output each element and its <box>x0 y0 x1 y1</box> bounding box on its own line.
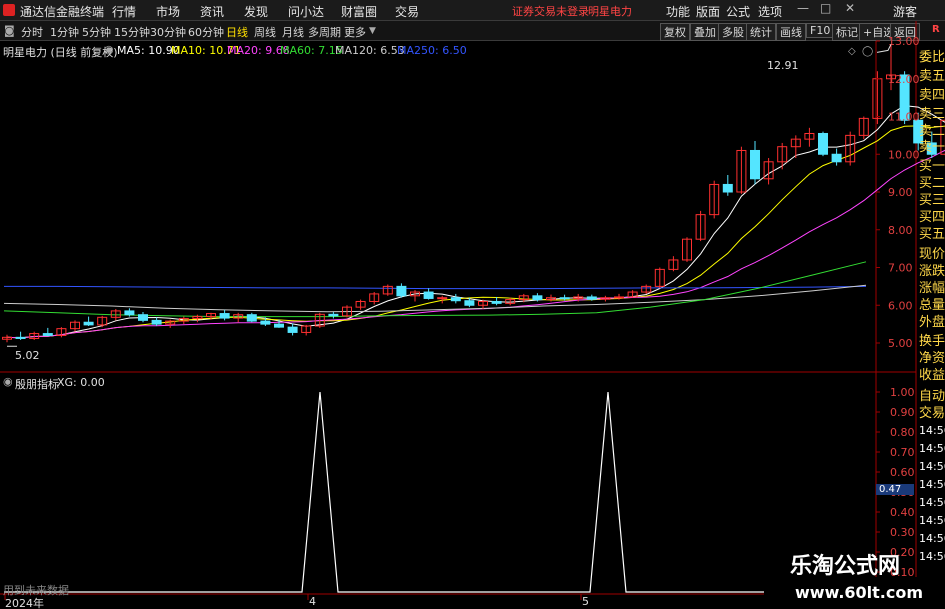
side-time-6: 14:56 <box>919 514 945 527</box>
price-tick-label: 12.00 <box>888 73 920 86</box>
side-time-7: 14:56 <box>919 532 945 545</box>
candle-body <box>246 314 257 322</box>
candle-body <box>722 183 733 193</box>
candle-body <box>287 326 298 333</box>
indicator-caption: 殷朋指标 <box>15 378 59 391</box>
side-label-sell5: 卖五 <box>919 69 945 84</box>
candle-body <box>532 295 543 301</box>
chart-canvas[interactable]: 13.00 12.00 11.00 10.00 9.00 8.00 7.00 6.00 5.00… <box>0 0 945 609</box>
side-label-sell4: 卖四 <box>919 88 945 103</box>
chart-caption: 明星电力 (日线 前复权) <box>3 46 118 59</box>
candle-body <box>328 313 339 317</box>
ma60-label: MA60: 7.15 <box>280 44 343 57</box>
candle-body <box>437 297 448 300</box>
ma250-line <box>4 285 867 290</box>
side-label-sell1: 卖一 <box>919 140 945 155</box>
side-time-4: 14:56 <box>919 478 945 491</box>
side-label-trade[interactable]: 交易 <box>919 402 945 421</box>
price-tick-label: 5.00 <box>888 337 913 350</box>
candle-body <box>491 300 502 304</box>
indicator-tick-label: 0.30 <box>890 526 915 539</box>
indicator-tick-label: 0.60 <box>890 466 915 479</box>
side-label-buy5: 买五 <box>919 227 945 242</box>
price-tick-label: 13.00 <box>888 35 920 48</box>
cursor-value-box: 0.47 <box>876 484 914 495</box>
indicator-tick-label: 0.90 <box>890 406 915 419</box>
candle-body <box>750 149 760 180</box>
ma60-line <box>3 261 867 318</box>
candle-body <box>818 132 828 155</box>
side-label-outer: 外盘 <box>919 315 945 330</box>
indicator-settings-icon[interactable]: ◉ <box>3 375 13 388</box>
candle-body <box>151 319 162 325</box>
price-tick-label: 7.00 <box>888 262 913 275</box>
time-label-year: 2024年 <box>5 597 44 609</box>
candle-body <box>219 313 230 319</box>
side-time-5: 14:56 <box>919 496 945 509</box>
candle-body <box>124 310 135 316</box>
watermark-url: www.60lt.com <box>795 583 924 602</box>
time-label-may: 5 <box>582 595 589 608</box>
candle-body <box>42 333 53 336</box>
side-label-earnings: 收益 <box>919 368 945 383</box>
candle-body <box>586 296 597 300</box>
price-tick-label: 8.00 <box>888 224 913 237</box>
circle-icon: ◯ <box>862 46 873 57</box>
price-tick-label: 10.00 <box>888 148 920 161</box>
low-label: 5.02 <box>15 349 40 362</box>
settings-dot-icon[interactable]: ◉ <box>104 43 114 56</box>
candle-body <box>423 291 434 299</box>
price-tick-label: 6.00 <box>888 299 913 312</box>
side-time-2: 14:56 <box>919 442 945 455</box>
candle-body <box>559 297 570 300</box>
price-tick-label: 11.00 <box>888 111 920 124</box>
side-time-3: 14:56 <box>919 460 945 473</box>
candle-body <box>450 297 461 302</box>
candle-body <box>464 300 475 306</box>
side-time-1: 14:56 <box>919 424 945 437</box>
candle-body <box>260 320 271 325</box>
high-label: 12.91 <box>767 59 799 72</box>
candle-body <box>396 285 407 297</box>
candle-body <box>614 296 624 299</box>
candle-body <box>15 336 26 339</box>
ma120-label: MA120: 6.53 <box>335 44 405 57</box>
candle-body <box>138 314 148 321</box>
ma120-line <box>3 284 867 313</box>
xg-signal-line <box>4 391 874 593</box>
ma5-line <box>6 105 945 339</box>
indicator-tick-label: 1.00 <box>890 386 915 399</box>
ma10-line <box>6 125 945 339</box>
side-label-weibi: 委比 <box>919 50 945 65</box>
watermark-title: 乐淘公式网 <box>790 554 901 579</box>
indicator-tick-label: 0.70 <box>890 446 915 459</box>
time-label-apr: 4 <box>309 595 316 608</box>
side-time-8: 14:56 <box>919 550 945 563</box>
candle-body <box>831 153 842 163</box>
xg-label: XG: 0.00 <box>57 376 105 389</box>
diamond-icon: ◇ <box>848 46 856 57</box>
indicator-tick-label: 0.80 <box>890 426 915 439</box>
indicator-tick-label: 0.40 <box>890 506 915 519</box>
stock-terminal-window: { "window": { "app_name": "通达信金融终端", "me… <box>0 0 945 609</box>
candle-body <box>83 321 94 326</box>
ma250-label: MA250: 6.50 <box>397 44 467 57</box>
candle-body <box>274 323 284 328</box>
price-tick-label: 9.00 <box>888 186 913 199</box>
